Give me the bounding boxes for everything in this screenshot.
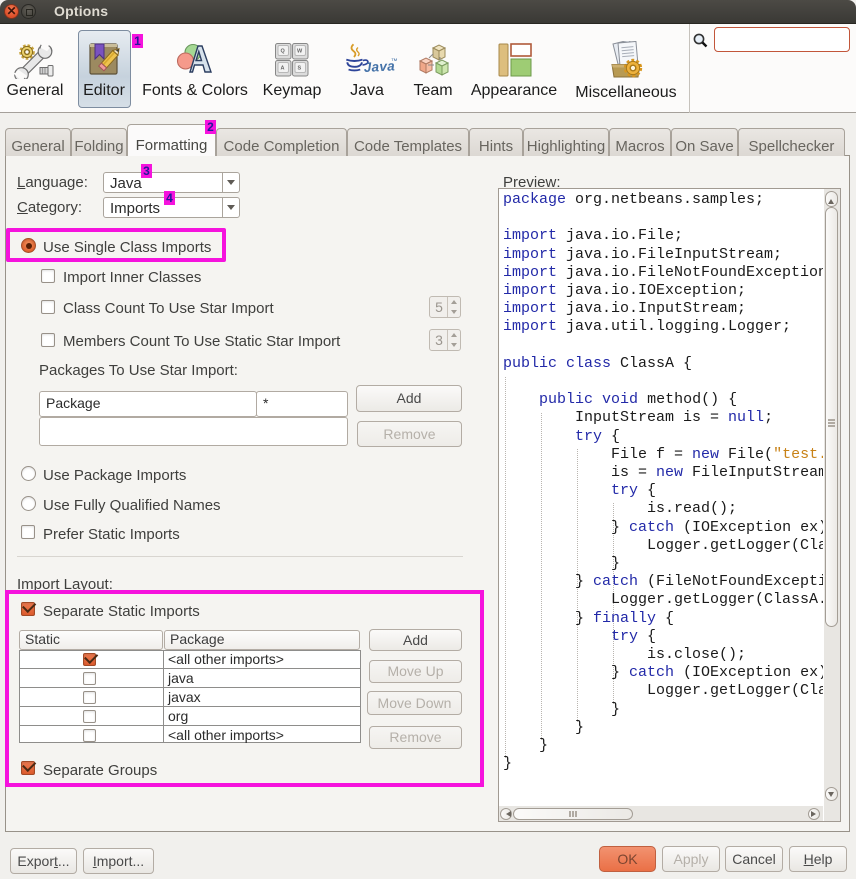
svg-text:A: A (281, 66, 285, 72)
svg-text:Q: Q (281, 49, 286, 55)
